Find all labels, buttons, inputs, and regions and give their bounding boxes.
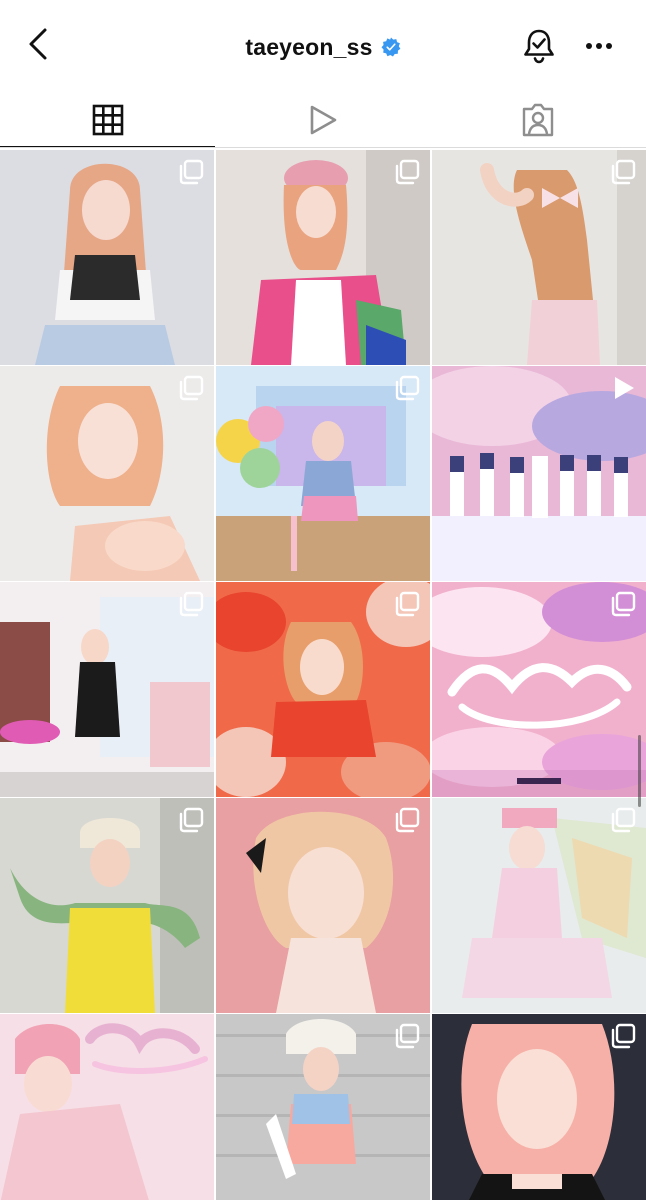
- tab-tagged[interactable]: [430, 92, 645, 148]
- play-icon: [310, 105, 336, 135]
- post-tile-10[interactable]: [0, 798, 214, 1013]
- carousel-icon: [395, 591, 420, 617]
- tab-reels[interactable]: [215, 92, 430, 148]
- tagged-person-icon: [522, 103, 553, 137]
- bell-check-icon: [524, 29, 554, 64]
- grid-icon: [92, 104, 123, 136]
- post-image: [0, 1014, 214, 1200]
- carousel-icon: [611, 591, 636, 617]
- more-horizontal-icon: [586, 43, 612, 49]
- carousel-icon: [395, 375, 420, 401]
- carousel-icon: [611, 159, 636, 185]
- post-tile-12[interactable]: [432, 798, 646, 1013]
- verified-badge-icon: [381, 37, 401, 57]
- post-tile-15[interactable]: [432, 1014, 646, 1200]
- post-tile-6[interactable]: [432, 366, 646, 581]
- carousel-icon: [395, 807, 420, 833]
- tab-grid[interactable]: [0, 92, 215, 148]
- carousel-icon: [179, 159, 204, 185]
- post-tile-3[interactable]: [432, 150, 646, 365]
- carousel-icon: [395, 1023, 420, 1049]
- post-tile-4[interactable]: [0, 366, 214, 581]
- post-tile-1[interactable]: [0, 150, 214, 365]
- scrollbar[interactable]: [638, 735, 641, 807]
- profile-header: taeyeon_ss: [0, 0, 646, 92]
- post-tile-13[interactable]: [0, 1014, 214, 1200]
- posts-grid: [0, 148, 646, 1200]
- post-tile-9[interactable]: [432, 582, 646, 797]
- carousel-icon: [179, 591, 204, 617]
- post-tile-14[interactable]: [216, 1014, 430, 1200]
- carousel-icon: [395, 159, 420, 185]
- post-tile-11[interactable]: [216, 798, 430, 1013]
- carousel-icon: [611, 807, 636, 833]
- video-icon: [615, 377, 634, 399]
- profile-tabs: [0, 92, 646, 148]
- post-tile-7[interactable]: [0, 582, 214, 797]
- notifications-button[interactable]: [518, 25, 560, 67]
- profile-screen: taeyeon_ss: [0, 0, 646, 1200]
- carousel-icon: [611, 1023, 636, 1049]
- post-tile-8[interactable]: [216, 582, 430, 797]
- carousel-icon: [179, 375, 204, 401]
- carousel-icon: [179, 807, 204, 833]
- more-options-button[interactable]: [578, 25, 620, 67]
- username-label: taeyeon_ss: [245, 33, 373, 60]
- post-tile-2[interactable]: [216, 150, 430, 365]
- post-tile-5[interactable]: [216, 366, 430, 581]
